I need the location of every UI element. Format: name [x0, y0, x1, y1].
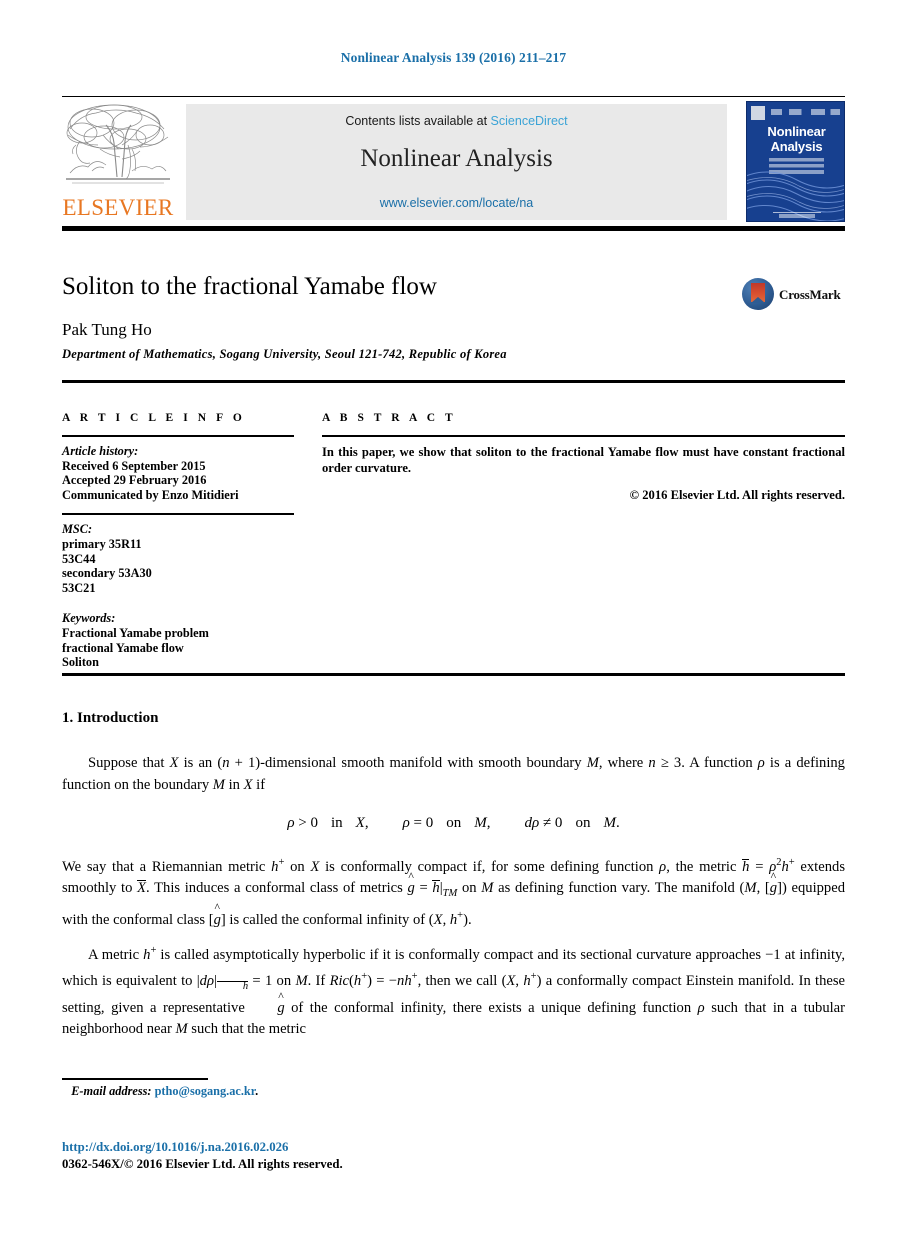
cover-strip-text — [771, 109, 840, 115]
cover-title-line1: Nonlinear — [767, 124, 826, 139]
abstract-column: A B S T R A C T In this paper, we show t… — [322, 412, 845, 503]
article-info-heading: A R T I C L E I N F O — [62, 412, 246, 424]
cover-header-strip — [751, 106, 840, 120]
display-equation-1: ρ > 0 in X, ρ = 0 on M, dρ ≠ 0 on M. — [287, 815, 620, 831]
abstract-text: In this paper, we show that soliton to t… — [322, 445, 845, 475]
author-name: Pak Tung Ho — [62, 320, 152, 339]
msc-label: MSC: — [62, 522, 93, 537]
cover-title-line2: Analysis — [770, 139, 823, 154]
title-section-rule — [62, 380, 845, 383]
abstract-rule — [322, 435, 845, 437]
p1-seg-c: + 1)-dimensional smooth manifold with sm… — [229, 755, 587, 771]
msc-item: secondary 53A30 — [62, 566, 152, 581]
p1-seg-e: ≥ 3. A function — [655, 755, 758, 771]
msc-item: 53C44 — [62, 551, 96, 566]
p1-seg-h: if — [252, 776, 266, 793]
journal-cover-thumbnail: Nonlinear Analysis — [746, 101, 845, 222]
cover-wave-graphic — [747, 171, 844, 221]
journal-masthead: ELSEVIER Contents lists available at Sci… — [62, 96, 845, 231]
elsevier-tree-icon — [66, 104, 170, 184]
article-accepted: Accepted 29 February 2016 — [62, 473, 207, 488]
journal-banner: Contents lists available at ScienceDirec… — [186, 104, 727, 220]
contents-available-line: Contents lists available at ScienceDirec… — [186, 114, 727, 128]
sciencedirect-link[interactable]: ScienceDirect — [491, 114, 568, 128]
cover-footer-mark — [779, 214, 815, 218]
keywords-group: Keywords: Fractional Yamabe problem frac… — [62, 611, 294, 669]
running-head: Nonlinear Analysis 139 (2016) 211–217 — [340, 50, 567, 65]
issn-copyright: 0362-546X/© 2016 Elsevier Ltd. All right… — [62, 1157, 343, 1171]
crossmark-circle-icon — [742, 278, 774, 310]
author-affiliation: Department of Mathematics, Sogang Univer… — [62, 347, 507, 361]
cover-title: Nonlinear Analysis — [747, 124, 844, 154]
msc-item: primary 35R11 — [62, 536, 142, 551]
body-paragraph-1: Suppose that X is an (n + 1)-dimensional… — [62, 755, 845, 793]
page-title: Soliton to the fractional Yamabe flow — [62, 273, 437, 300]
msc-item: 53C21 — [62, 580, 96, 595]
article-title-block: Soliton to the fractional Yamabe flow Pa… — [62, 272, 845, 362]
article-history-group: Article history: Received 6 September 20… — [62, 444, 294, 502]
email-label: E-mail address: — [71, 1084, 152, 1098]
p1-seg-b: is an ( — [178, 755, 223, 771]
paper-page: Nonlinear Analysis 139 (2016) 211–217 EL… — [0, 0, 907, 1238]
crossmark-badge[interactable]: CrossMark — [742, 278, 845, 310]
abstract-heading: A B S T R A C T — [322, 412, 457, 424]
abstract-copyright: © 2016 Elsevier Ltd. All rights reserved… — [629, 488, 845, 502]
section-heading-introduction: 1. Introduction — [62, 710, 159, 726]
article-info-rule — [62, 435, 294, 437]
msc-rule — [62, 513, 294, 516]
journal-url-link[interactable]: www.elsevier.com/locate/na — [186, 196, 727, 210]
crossmark-bookmark-icon — [751, 283, 765, 303]
article-info-column: A R T I C L E I N F O Article history: R… — [62, 412, 294, 670]
elsevier-wordmark: ELSEVIER — [62, 195, 174, 220]
doi-link[interactable]: http://dx.doi.org/10.1016/j.na.2016.02.0… — [62, 1140, 288, 1155]
cover-elsevier-mark-icon — [751, 106, 765, 120]
journal-title: Nonlinear Analysis — [360, 145, 553, 172]
footnote-rule — [62, 1078, 208, 1080]
p1-seg-g: in — [224, 776, 244, 793]
masthead-bottom-rule — [62, 226, 845, 231]
keyword-item: Fractional Yamabe problem — [62, 625, 209, 640]
p1-seg-d: , where — [598, 755, 649, 771]
email-period: . — [255, 1084, 259, 1098]
footnote-email: E-mail address: ptho@sogang.ac.kr. — [62, 1084, 562, 1099]
keyword-item: fractional Yamabe flow — [62, 640, 184, 655]
article-communicated: Communicated by Enzo Mitidieri — [62, 487, 239, 502]
keywords-label: Keywords: — [62, 611, 116, 626]
email-link[interactable]: ptho@sogang.ac.kr — [155, 1084, 256, 1098]
p1-seg-a: Suppose that — [88, 755, 170, 771]
msc-group: MSC: primary 35R11 53C44 secondary 53A30… — [62, 522, 294, 595]
article-body: 1. Introduction Suppose that X is an (n … — [62, 710, 845, 1050]
crossmark-label: CrossMark — [779, 287, 841, 302]
article-history-label: Article history: — [62, 444, 139, 458]
body-paragraph-3: A metric h+ is called asymptotically hyp… — [62, 945, 846, 1038]
contents-prefix: Contents lists available at — [345, 114, 491, 128]
body-paragraph-2: We say that a Riemannian metric h+ on X … — [62, 857, 845, 928]
keyword-item: Soliton — [62, 655, 99, 670]
body-top-rule — [62, 673, 845, 676]
article-received: Received 6 September 2015 — [62, 458, 206, 473]
elsevier-logo: ELSEVIER — [62, 101, 174, 223]
cover-divider — [773, 212, 821, 213]
masthead-top-rule — [62, 96, 845, 97]
